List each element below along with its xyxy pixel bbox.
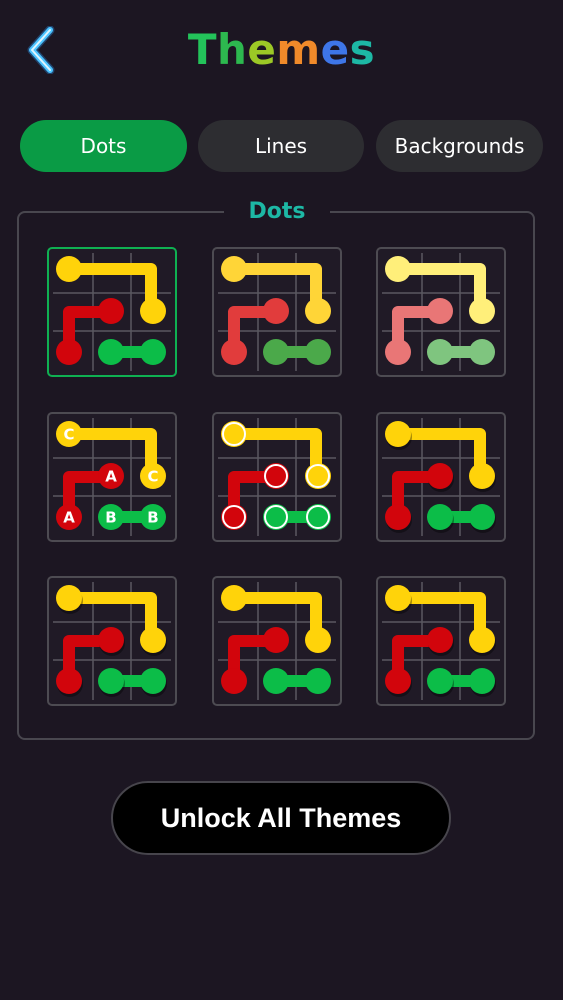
green-dot bbox=[263, 668, 289, 694]
yellow-dot bbox=[469, 463, 495, 489]
section-title: Dots bbox=[224, 196, 330, 228]
title-letter: e bbox=[320, 25, 350, 74]
yellow-dot bbox=[385, 585, 411, 611]
yellow-dot bbox=[221, 256, 247, 282]
red-dot bbox=[427, 627, 453, 653]
title-letter: T bbox=[187, 25, 217, 74]
theme-preview bbox=[212, 247, 342, 377]
title-letter: h bbox=[216, 25, 248, 74]
red-dot-letter: A bbox=[63, 509, 75, 527]
theme-preview: C C A A B B bbox=[47, 412, 177, 542]
yellow-dot bbox=[385, 256, 411, 282]
green-dot bbox=[427, 339, 453, 365]
red-dot bbox=[221, 339, 247, 365]
tab-lines[interactable]: Lines bbox=[198, 120, 364, 172]
theme-tile-selected[interactable] bbox=[47, 247, 177, 377]
green-dot bbox=[305, 668, 331, 694]
red-dot bbox=[56, 339, 82, 365]
red-dot bbox=[263, 298, 289, 324]
green-dot bbox=[98, 339, 124, 365]
green-dot bbox=[305, 504, 331, 530]
green-dot bbox=[305, 339, 331, 365]
title-letter: e bbox=[247, 25, 277, 74]
yellow-dot bbox=[469, 627, 495, 653]
theme-tile[interactable] bbox=[376, 576, 506, 706]
theme-preview bbox=[376, 247, 506, 377]
tab-dots[interactable]: Dots bbox=[20, 120, 187, 172]
tab-dots-label: Dots bbox=[80, 134, 127, 158]
yellow-dot bbox=[305, 627, 331, 653]
green-dot bbox=[469, 504, 495, 530]
green-dot bbox=[469, 339, 495, 365]
yellow-dot bbox=[385, 421, 411, 447]
theme-preview bbox=[376, 412, 506, 542]
red-dot bbox=[221, 668, 247, 694]
green-dot bbox=[98, 668, 124, 694]
theme-tile[interactable] bbox=[376, 412, 506, 542]
green-dot bbox=[427, 668, 453, 694]
yellow-dot bbox=[305, 298, 331, 324]
theme-tile[interactable]: C C A A B B bbox=[47, 412, 177, 542]
yellow-dot bbox=[221, 585, 247, 611]
theme-tile[interactable] bbox=[212, 576, 342, 706]
theme-tile[interactable] bbox=[47, 576, 177, 706]
unlock-all-themes-button[interactable]: Unlock All Themes bbox=[111, 781, 451, 855]
red-dot bbox=[427, 463, 453, 489]
yellow-dot bbox=[305, 463, 331, 489]
yellow-dot bbox=[140, 298, 166, 324]
red-dot bbox=[56, 668, 82, 694]
red-dot bbox=[427, 298, 453, 324]
theme-tile[interactable] bbox=[376, 247, 506, 377]
yellow-dot bbox=[469, 298, 495, 324]
title-letter: m bbox=[276, 25, 321, 74]
green-dot-letter: B bbox=[147, 509, 158, 527]
green-dot bbox=[263, 504, 289, 530]
theme-preview bbox=[47, 576, 177, 706]
theme-tile[interactable] bbox=[212, 412, 342, 542]
green-dot bbox=[427, 504, 453, 530]
red-dot bbox=[385, 668, 411, 694]
theme-preview bbox=[376, 576, 506, 706]
yellow-dot bbox=[140, 627, 166, 653]
green-dot bbox=[140, 668, 166, 694]
page-title: Themes bbox=[0, 24, 563, 76]
theme-preview bbox=[212, 412, 342, 542]
green-dot bbox=[140, 339, 166, 365]
red-dot bbox=[263, 463, 289, 489]
red-dot bbox=[221, 504, 247, 530]
red-dot bbox=[263, 627, 289, 653]
theme-tile[interactable] bbox=[212, 247, 342, 377]
green-dot bbox=[469, 668, 495, 694]
green-dot bbox=[263, 339, 289, 365]
tab-backgrounds-label: Backgrounds bbox=[394, 134, 525, 158]
yellow-dot-letter: C bbox=[63, 426, 74, 444]
green-dot-letter: B bbox=[105, 509, 116, 527]
tab-lines-label: Lines bbox=[254, 134, 308, 158]
theme-preview bbox=[212, 576, 342, 706]
red-dot bbox=[385, 339, 411, 365]
yellow-dot-letter: C bbox=[147, 468, 158, 486]
red-dot bbox=[385, 504, 411, 530]
yellow-dot bbox=[56, 585, 82, 611]
title-letter: s bbox=[349, 25, 376, 74]
tab-backgrounds[interactable]: Backgrounds bbox=[376, 120, 543, 172]
theme-preview bbox=[47, 247, 177, 377]
yellow-dot bbox=[221, 421, 247, 447]
unlock-all-themes-label: Unlock All Themes bbox=[160, 802, 402, 833]
red-dot-letter: A bbox=[105, 468, 117, 486]
red-dot bbox=[98, 298, 124, 324]
yellow-dot bbox=[56, 256, 82, 282]
red-dot bbox=[98, 627, 124, 653]
